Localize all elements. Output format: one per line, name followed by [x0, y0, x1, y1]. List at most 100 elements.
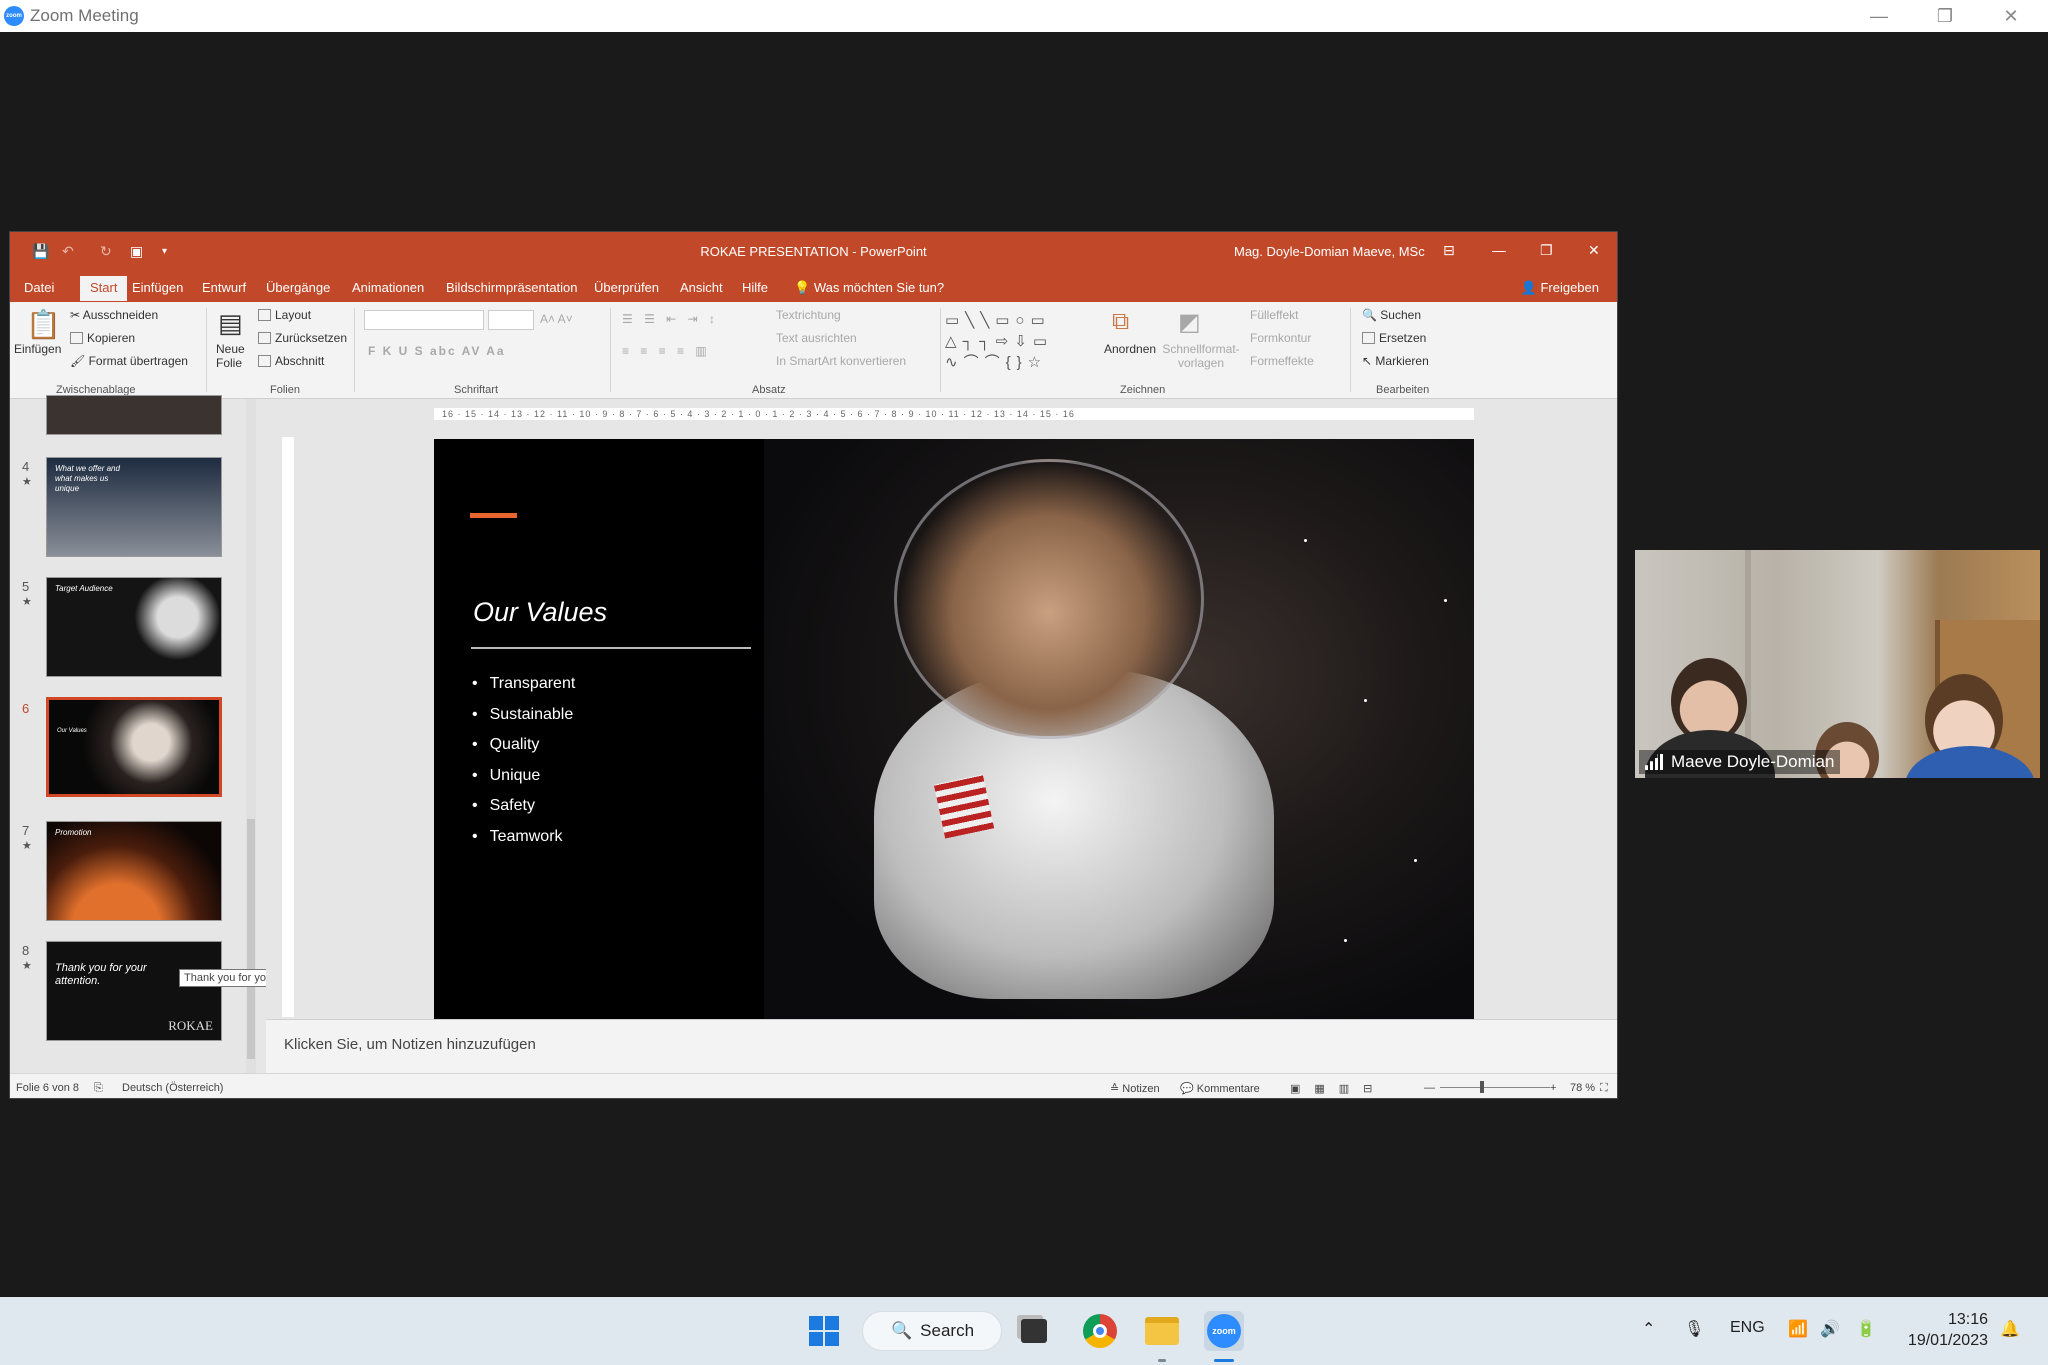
format-painter-button[interactable]: 🖌 Format übertragen — [70, 354, 188, 368]
text-direction-button[interactable]: Textrichtung — [776, 308, 841, 322]
tab-bildschirmpraesentation[interactable]: Bildschirmpräsentation — [446, 280, 578, 295]
microphone-icon[interactable]: 🎙 — [1684, 1319, 1704, 1339]
section-button[interactable]: Abschnitt — [258, 354, 324, 368]
ppt-restore-icon[interactable]: ❐ — [1540, 242, 1553, 259]
slide-accent-bar — [470, 513, 517, 518]
tab-animationen[interactable]: Animationen — [352, 280, 424, 295]
view-buttons[interactable]: ▣▦▥⊟ — [1290, 1082, 1386, 1095]
list-buttons[interactable]: ☰ ☰ ⇤ ⇥ ↕ — [622, 312, 719, 326]
taskbar-search[interactable]: 🔍 Search — [862, 1311, 1002, 1351]
close-icon[interactable]: ✕ — [1988, 0, 2034, 32]
slide-number: 6 — [22, 701, 30, 716]
notes-pane[interactable]: Klicken Sie, um Notizen hinzuzufügen — [266, 1019, 1617, 1073]
participant-video-tile[interactable]: Maeve Doyle-Domian — [1635, 550, 2040, 778]
tell-me-label: Was möchten Sie tun? — [813, 280, 945, 295]
input-language[interactable]: ENG — [1730, 1319, 1765, 1337]
shapes-gallery[interactable]: ▭╲╲▭○▭ △┐┐⇨⇩▭ ∿⌒⌒{}☆ — [945, 310, 1085, 372]
restore-icon[interactable]: ❐ — [1922, 0, 1968, 32]
paste-button[interactable]: Einfügen — [14, 342, 61, 356]
align-buttons[interactable]: ≡ ≡ ≡ ≡ ▥ — [622, 344, 711, 358]
notes-toggle[interactable]: ≙ Notizen — [1110, 1082, 1160, 1095]
smartart-button[interactable]: In SmartArt konvertieren — [776, 354, 906, 368]
ppt-titlebar: 💾 ↶ ↻ ▣ ▾ ROKAE PRESENTATION - PowerPoin… — [10, 232, 1617, 274]
file-explorer-icon[interactable] — [1142, 1311, 1182, 1351]
task-view-icon[interactable] — [1014, 1311, 1054, 1351]
zoom-slider-thumb[interactable] — [1480, 1081, 1484, 1093]
ppt-user-name[interactable]: Mag. Doyle-Domian Maeve, MSc — [1234, 244, 1425, 259]
scrollbar-thumb[interactable] — [247, 819, 255, 1059]
layout-button[interactable]: Layout — [258, 308, 311, 322]
replace-button[interactable]: Ersetzen — [1362, 331, 1426, 345]
new-slide-icon[interactable]: ▤ — [218, 308, 243, 339]
font-format-buttons[interactable]: F K U S abc AV Aa — [368, 344, 506, 358]
reset-button[interactable]: Zurücksetzen — [258, 331, 347, 345]
copy-label: Kopieren — [87, 331, 136, 345]
slide-thumbnail-6[interactable]: Our Values — [46, 697, 222, 797]
system-clock[interactable]: 13:16 19/01/2023 — [1900, 1309, 1988, 1351]
tab-datei[interactable]: Datei — [24, 280, 54, 295]
shape-effects-button[interactable]: Formeffekte — [1250, 354, 1314, 368]
zoom-in-icon[interactable]: + — [1550, 1082, 1556, 1094]
tab-einfuegen[interactable]: Einfügen — [132, 280, 183, 295]
ppt-status-bar: Folie 6 von 8 ⎘ Deutsch (Österreich) ≙ N… — [10, 1073, 1617, 1098]
tab-ueberpruefen[interactable]: Überprüfen — [594, 280, 659, 295]
arrange-icon[interactable]: ⧉ — [1112, 308, 1129, 336]
minimize-icon[interactable]: — — [1856, 0, 1902, 32]
slide-number: 5 — [22, 579, 30, 594]
align-text-button[interactable]: Text ausrichten — [776, 331, 857, 345]
wifi-icon[interactable]: 📶 — [1788, 1319, 1808, 1339]
spellcheck-icon[interactable]: ⎘ — [94, 1082, 103, 1095]
quick-styles-button[interactable]: Schnellformat-vorlagen — [1162, 342, 1240, 370]
slide-thumbnail-8[interactable]: Thank you for your attention. ROKAE — [46, 941, 222, 1041]
font-size-select[interactable] — [488, 310, 534, 330]
tab-hilfe[interactable]: Hilfe — [742, 280, 768, 295]
volume-icon[interactable]: 🔊 — [1820, 1319, 1840, 1339]
comments-toggle[interactable]: 💬 Kommentare — [1180, 1082, 1260, 1095]
zoom-taskbar-icon[interactable]: zoom — [1204, 1311, 1244, 1351]
shape-outline-button[interactable]: Formkontur — [1250, 331, 1311, 345]
chrome-icon[interactable] — [1080, 1311, 1120, 1351]
shared-screen-powerpoint[interactable]: 💾 ↶ ↻ ▣ ▾ ROKAE PRESENTATION - PowerPoin… — [9, 231, 1618, 1099]
start-button[interactable] — [804, 1311, 844, 1351]
find-button[interactable]: 🔍 Suchen — [1362, 308, 1421, 322]
font-family-select[interactable] — [364, 310, 484, 330]
star-dot — [1344, 939, 1347, 942]
section-label: Abschnitt — [275, 354, 325, 368]
select-button[interactable]: ↖ Markieren — [1362, 354, 1429, 368]
font-grow-icon[interactable]: A˄ A˅ — [540, 312, 573, 326]
current-slide[interactable]: Our Values Transparent Sustainable Quali… — [434, 439, 1474, 1025]
fit-slide-icon[interactable]: ⛶ — [1600, 1082, 1608, 1095]
slide-editing-area[interactable]: 16 · 15 · 14 · 13 · 12 · 11 · 10 · 9 · 8… — [266, 399, 1606, 1025]
zoom-out-icon[interactable]: — — [1424, 1082, 1435, 1094]
language-status[interactable]: Deutsch (Österreich) — [122, 1082, 223, 1094]
zoom-slider[interactable] — [1440, 1087, 1550, 1088]
quick-styles-icon[interactable]: ◩ — [1178, 308, 1201, 337]
slide-thumbnail-3[interactable] — [46, 395, 222, 435]
arrange-button[interactable]: Anordnen — [1104, 342, 1156, 356]
new-slide-button[interactable]: Neue Folie — [216, 342, 252, 370]
notes-placeholder[interactable]: Klicken Sie, um Notizen hinzuzufügen — [284, 1036, 536, 1053]
share-button[interactable]: 👤 Freigeben — [1521, 280, 1599, 296]
chevron-up-icon[interactable]: ⌃ — [1642, 1319, 1655, 1339]
copy-button[interactable]: Kopieren — [70, 331, 135, 345]
tell-me-search[interactable]: 💡 Was möchten Sie tun? — [794, 280, 944, 296]
cut-button[interactable]: ✂ Ausschneiden — [70, 308, 158, 322]
ppt-close-icon[interactable]: ✕ — [1588, 242, 1600, 259]
slide-title[interactable]: Our Values — [473, 597, 607, 628]
ppt-minimize-icon[interactable]: — — [1492, 242, 1506, 258]
notification-bell-icon[interactable]: 🔔 — [2000, 1319, 2020, 1339]
values-bullet-list[interactable]: Transparent Sustainable Quality Unique S… — [472, 673, 576, 857]
ribbon-display-icon[interactable]: ⊟ — [1443, 242, 1455, 259]
battery-icon[interactable]: 🔋 — [1856, 1319, 1876, 1339]
tab-entwurf[interactable]: Entwurf — [202, 280, 246, 295]
slide-thumbnail-7[interactable]: Promotion — [46, 821, 222, 921]
slide-thumbnail-5[interactable]: Target Audience — [46, 577, 222, 677]
clipboard-paste-icon[interactable]: 📋 — [26, 308, 61, 341]
tab-start[interactable]: Start — [80, 276, 128, 301]
astronaut-dog-image[interactable] — [764, 439, 1474, 1025]
tab-uebergaenge[interactable]: Übergänge — [266, 280, 330, 295]
tab-ansicht[interactable]: Ansicht — [680, 280, 723, 295]
zoom-level[interactable]: 78 % — [1570, 1082, 1595, 1094]
slide-thumbnail-4[interactable]: What we offer and what makes us unique — [46, 457, 222, 557]
shape-fill-button[interactable]: Fülleffekt — [1250, 308, 1298, 322]
